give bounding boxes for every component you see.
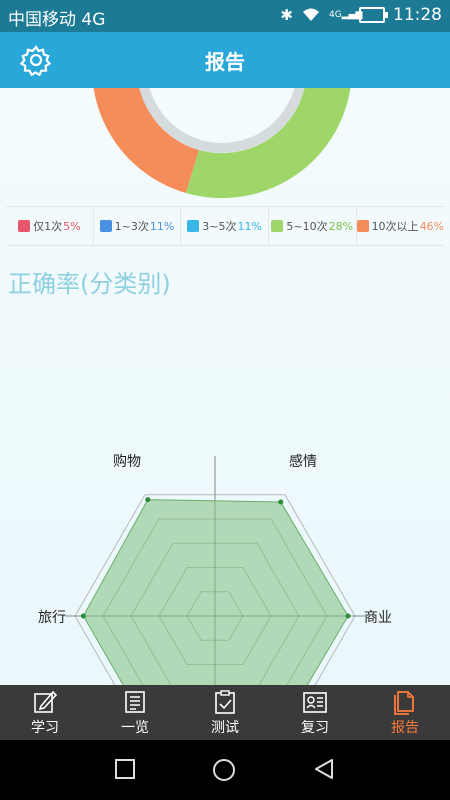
legend-pct: 11%: [149, 219, 175, 233]
legend-item: 仅1次 5%: [6, 207, 94, 245]
section-title-accuracy: 正确率(分类别): [8, 270, 171, 298]
network-badge: 4G: [329, 9, 342, 20]
radar-data-point: [278, 499, 284, 505]
legend-label: 3~5次: [202, 220, 237, 233]
legend-item: 10次以上 46%: [356, 207, 445, 245]
tab-overview[interactable]: 一览: [90, 685, 180, 740]
signal-icon: 4G▂▄▆: [329, 9, 363, 20]
document-report-icon: [394, 690, 414, 715]
tab-label: 测试: [211, 719, 239, 736]
tab-study[interactable]: 学习: [0, 685, 90, 740]
legend-label: 5~10次: [286, 220, 328, 233]
legend-item: 3~5次 11%: [181, 207, 269, 245]
report-content[interactable]: 仅1次 5% 1~3次 11% 3~5次 11% 5~10次 28% 10次以上…: [0, 88, 450, 685]
legend-pct: 46%: [419, 219, 445, 233]
pencil-note-icon: [34, 690, 58, 713]
battery-icon: [359, 7, 388, 23]
radar-axis-label: 商业: [364, 610, 392, 626]
legend-pct: 5%: [63, 219, 81, 233]
bottom-tab-bar: 学习 一览 测试 复习 报告: [0, 685, 450, 740]
status-icons: ✱ 4G▂▄▆ 11:28: [280, 5, 442, 25]
legend-swatch: [187, 220, 200, 232]
radar-data-point: [145, 497, 151, 503]
radar-axis-label: 旅行: [38, 610, 66, 626]
home-icon[interactable]: [212, 758, 236, 782]
tab-label: 学习: [31, 719, 59, 736]
list-icon: [125, 690, 145, 713]
legend-pct: 28%: [328, 219, 354, 233]
frequency-legend: 仅1次 5% 1~3次 11% 3~5次 11% 5~10次 28% 10次以上…: [6, 206, 444, 246]
back-icon[interactable]: [313, 758, 335, 780]
legend-label: 1~3次: [114, 220, 149, 233]
radar-data-point: [345, 613, 351, 619]
legend-swatch: [99, 220, 112, 232]
tab-report[interactable]: 报告: [360, 685, 450, 740]
clipboard-check-icon: [215, 689, 235, 714]
legend-swatch: [271, 220, 284, 232]
page-title: 报告: [205, 50, 245, 74]
app-header: 报告: [0, 32, 450, 88]
frequency-donut-chart: [93, 88, 351, 198]
carrier-label: 中国移动 4G: [8, 10, 106, 30]
wifi-icon: [303, 8, 319, 21]
bluetooth-icon: ✱: [280, 6, 293, 24]
radar-axis-label: 感情: [289, 453, 317, 470]
radar-data-area: [82, 499, 349, 685]
legend-swatch: [18, 220, 31, 232]
radar-data-point: [80, 613, 86, 619]
tab-label: 一览: [121, 719, 149, 736]
legend-swatch: [356, 220, 369, 232]
status-bar: 中国移动 4G ✱ 4G▂▄▆ 11:28: [0, 0, 450, 32]
accuracy-radar-chart: 感情商业金融生活旅行购物: [38, 453, 392, 685]
tab-label: 复习: [301, 719, 329, 736]
legend-pct: 11%: [237, 219, 262, 233]
legend-label: 仅1次: [33, 220, 63, 233]
radar-axis-label: 购物: [113, 454, 141, 470]
legend-item: 5~10次 28%: [269, 207, 357, 245]
tab-label: 报告: [391, 719, 419, 736]
system-nav-bar: [0, 740, 450, 800]
legend-label: 10次以上: [371, 220, 419, 233]
tab-test[interactable]: 测试: [180, 685, 270, 740]
legend-item: 1~3次 11%: [94, 207, 182, 245]
clock: 11:28: [393, 5, 442, 25]
contact-card-icon: [303, 691, 327, 713]
tab-review[interactable]: 复习: [270, 685, 360, 740]
recent-apps-icon[interactable]: [114, 758, 136, 780]
